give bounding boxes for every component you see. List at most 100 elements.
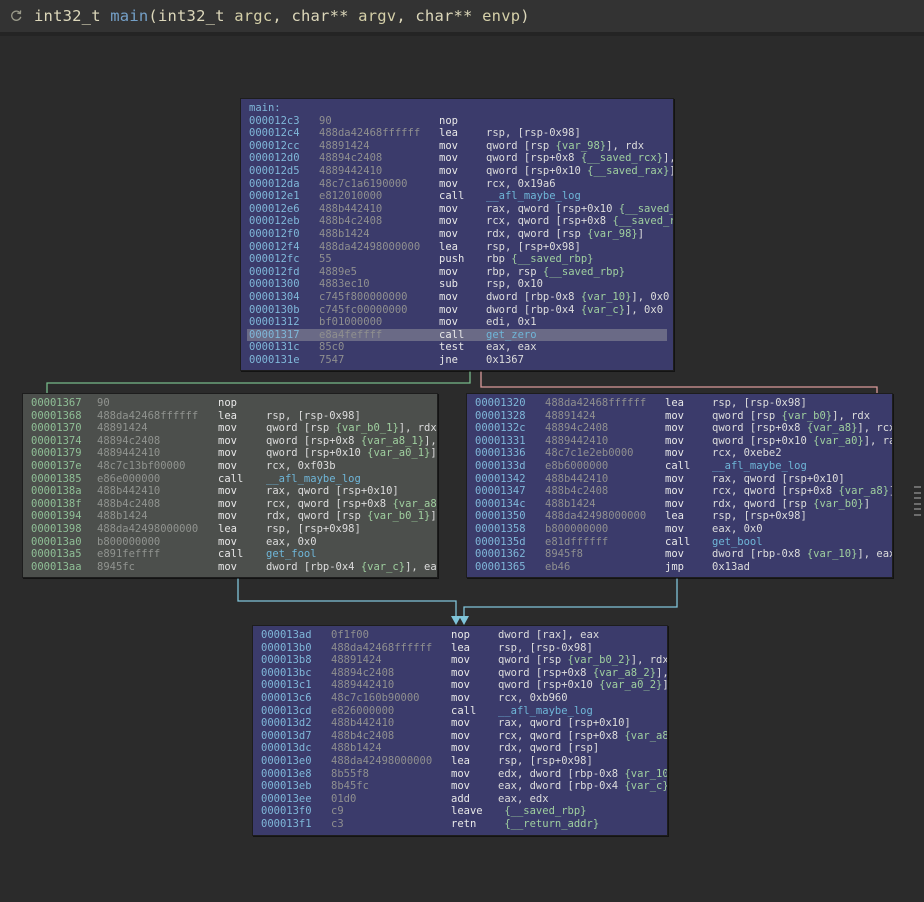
operand-symbol-link[interactable]: __afl_maybe_log bbox=[486, 190, 581, 202]
instruction-address[interactable]: 00001336 bbox=[475, 447, 545, 460]
operand-symbol-link[interactable]: get_bool bbox=[712, 536, 763, 548]
instruction-address[interactable]: 000013eb bbox=[261, 780, 331, 793]
instruction-row[interactable]: 00001398 488da42498000000 lea rsp, [rsp+0x9… bbox=[29, 523, 431, 536]
instruction-row[interactable]: 00001365 eb46 jmp 0x13ad bbox=[473, 561, 886, 574]
operand-symbol-link[interactable]: get_fool bbox=[266, 548, 317, 560]
instruction-row[interactable]: 000013bc 48894c2408 mov qword [rsp+0x8 {var… bbox=[259, 667, 667, 680]
block-1367[interactable]: 00001367 90 nop 00001368 488da42468ffffff lea… bbox=[22, 393, 438, 579]
instruction-operands[interactable]: eax, edx bbox=[498, 793, 661, 806]
instruction-address[interactable]: 00001358 bbox=[475, 523, 545, 536]
instruction-address[interactable]: 000013ad bbox=[261, 629, 331, 642]
instruction-row[interactable]: 000012cc 48891424 mov qword [rsp {var_98}],… bbox=[247, 140, 667, 153]
instruction-address[interactable]: 00001362 bbox=[475, 548, 545, 561]
instruction-row[interactable]: 000013b0 488da42468ffffff lea rsp, [rsp-0x9… bbox=[259, 642, 661, 655]
instruction-address[interactable]: 000013a0 bbox=[31, 536, 97, 549]
instruction-address[interactable]: 000012eb bbox=[249, 215, 319, 228]
instruction-operands[interactable]: eax, 0x0 bbox=[266, 536, 431, 549]
block-main-entry[interactable]: main: 000012c3 90 nop 000012c4 488da42468ffff… bbox=[240, 98, 674, 372]
instruction-row[interactable]: 000013f1 c3 retn {__return_addr} bbox=[259, 818, 661, 831]
instruction-row[interactable]: 00001367 90 nop bbox=[29, 397, 431, 410]
instruction-operands[interactable]: rdx, qword [rsp {var_98}] bbox=[486, 228, 667, 241]
instruction-operands[interactable]: rcx, qword [rsp+0x8 {__saved_rcx}] bbox=[486, 215, 673, 228]
instruction-operands[interactable]: rsp, [rsp-0x98] bbox=[712, 397, 886, 410]
instruction-row[interactable]: 000012d0 48894c2408 mov qword [rsp+0x8 {__s… bbox=[247, 152, 673, 165]
instruction-row[interactable]: 0000138f 488b4c2408 mov rcx, qword [rsp+0x8… bbox=[29, 498, 437, 511]
instruction-address[interactable]: 0000137e bbox=[31, 460, 97, 473]
instruction-row[interactable]: 000013ad 0f1f00 nop dword [rax], eax bbox=[259, 629, 661, 642]
instruction-operands[interactable]: rdx, qword [rsp] bbox=[498, 742, 661, 755]
instruction-operands[interactable]: {__return_addr} bbox=[498, 818, 661, 831]
instruction-address[interactable]: 00001394 bbox=[31, 510, 97, 523]
instruction-address[interactable]: 00001331 bbox=[475, 435, 545, 448]
instruction-address[interactable]: 000012c3 bbox=[249, 115, 319, 128]
instruction-address[interactable]: 00001398 bbox=[31, 523, 97, 536]
instruction-operands[interactable]: rdx, qword [rsp {var_b0_1}] bbox=[266, 510, 437, 523]
instruction-row[interactable]: 000013c1 4889442410 mov qword [rsp+0x10 {va… bbox=[259, 679, 667, 692]
instruction-row[interactable]: 000012fc 55 push rbp {__saved_rbp} bbox=[247, 253, 667, 266]
instruction-operands[interactable]: qword [rsp {var_98}], rdx bbox=[486, 140, 667, 153]
instruction-row[interactable]: 000013d2 488b442410 mov rax, qword [rsp+0x1… bbox=[259, 717, 661, 730]
instruction-operands[interactable]: rdx, qword [rsp {var_b0}] bbox=[712, 498, 886, 511]
instruction-address[interactable]: 000013e8 bbox=[261, 768, 331, 781]
instruction-address[interactable]: 000012d0 bbox=[249, 152, 319, 165]
instruction-address[interactable]: 000013bc bbox=[261, 667, 331, 680]
instruction-row[interactable]: 00001304 c745f800000000 mov dword [rbp-0x8 … bbox=[247, 291, 669, 304]
instruction-operands[interactable]: rcx, 0xf03b bbox=[266, 460, 431, 473]
instruction-address[interactable]: 000013f0 bbox=[261, 805, 331, 818]
instruction-row[interactable]: 000013d7 488b4c2408 mov rcx, qword [rsp+0x8… bbox=[259, 730, 667, 743]
instruction-row[interactable]: 00001328 48891424 mov qword [rsp {var_b0}],… bbox=[473, 410, 886, 423]
instruction-operands[interactable]: qword [rsp {var_b0}], rdx bbox=[712, 410, 886, 423]
instruction-operands[interactable]: qword [rsp+0x8 {var_a8_2}], rcx bbox=[498, 667, 667, 680]
instruction-address[interactable]: 000012d5 bbox=[249, 165, 319, 178]
instruction-operands[interactable]: qword [rsp+0x10 {var_a0_2}], rax bbox=[498, 679, 667, 692]
instruction-address[interactable]: 000013b0 bbox=[261, 642, 331, 655]
instruction-address[interactable]: 000013d2 bbox=[261, 717, 331, 730]
instruction-address[interactable]: 0000135d bbox=[475, 536, 545, 549]
instruction-row[interactable]: 000013b8 48891424 mov qword [rsp {var_b0_2}… bbox=[259, 654, 667, 667]
instruction-row[interactable]: 00001320 488da42468ffffff lea rsp, [rsp-0x9… bbox=[473, 397, 886, 410]
instruction-address[interactable]: 000013dc bbox=[261, 742, 331, 755]
instruction-address[interactable]: 00001320 bbox=[475, 397, 545, 410]
instruction-row[interactable]: 00001331 4889442410 mov qword [rsp+0x10 {va… bbox=[473, 435, 892, 448]
instruction-address[interactable]: 000013c6 bbox=[261, 692, 331, 705]
instruction-operands[interactable]: qword [rsp+0x8 {var_a8}], rcx bbox=[712, 422, 892, 435]
instruction-operands[interactable]: eax, dword [rbp-0x4 {var_c}] bbox=[498, 780, 667, 793]
instruction-operands[interactable]: get_bool bbox=[712, 536, 886, 549]
instruction-address[interactable]: 000013b8 bbox=[261, 654, 331, 667]
instruction-row[interactable]: 0000138a 488b442410 mov rax, qword [rsp+0x1… bbox=[29, 485, 431, 498]
operand-symbol-link[interactable]: __afl_maybe_log bbox=[498, 705, 593, 717]
instruction-address[interactable]: 0000138f bbox=[31, 498, 97, 511]
instruction-row[interactable]: 000012f4 488da42498000000 lea rsp, [rsp+0x9… bbox=[247, 241, 667, 254]
instruction-operands[interactable]: 0x13ad bbox=[712, 561, 886, 574]
instruction-address[interactable]: 0000131e bbox=[249, 354, 319, 367]
instruction-operands[interactable]: {__saved_rbp} bbox=[498, 805, 661, 818]
instruction-row[interactable]: 00001350 488da42498000000 lea rsp, [rsp+0x9… bbox=[473, 510, 886, 523]
instruction-row[interactable]: 00001317 e8a4feffff call get_zero bbox=[247, 328, 667, 342]
instruction-row[interactable]: 0000137e 48c7c13bf00000 mov rcx, 0xf03b bbox=[29, 460, 431, 473]
instruction-address[interactable]: 000012cc bbox=[249, 140, 319, 153]
instruction-operands[interactable]: rax, qword [rsp+0x10 {__saved_rax}] bbox=[486, 203, 673, 216]
instruction-row[interactable]: 0000135d e81dffffff call get_bool bbox=[473, 536, 886, 549]
instruction-address[interactable]: 00001379 bbox=[31, 447, 97, 460]
instruction-row[interactable]: 0000131e 7547 jne 0x1367 bbox=[247, 354, 667, 367]
instruction-operands[interactable]: eax, 0x0 bbox=[712, 523, 886, 536]
instruction-address[interactable]: 000012f4 bbox=[249, 241, 319, 254]
instruction-row[interactable]: 000013f0 c9 leave {__saved_rbp} bbox=[259, 805, 661, 818]
operand-symbol-link[interactable]: get_zero bbox=[486, 329, 537, 341]
instruction-address[interactable]: 000013ee bbox=[261, 793, 331, 806]
instruction-operands[interactable]: rax, qword [rsp+0x10] bbox=[712, 473, 886, 486]
instruction-row[interactable]: 000013eb 8b45fc mov eax, dword [rbp-0x4 {va… bbox=[259, 780, 667, 793]
instruction-address[interactable]: 0000130b bbox=[249, 304, 319, 317]
instruction-address[interactable]: 0000133d bbox=[475, 460, 545, 473]
instruction-address[interactable]: 00001317 bbox=[249, 329, 319, 342]
instruction-operands[interactable]: rsp, 0x10 bbox=[486, 278, 667, 291]
instruction-operands[interactable]: __afl_maybe_log bbox=[712, 460, 886, 473]
graph-canvas[interactable]: main: 000012c3 90 nop 000012c4 488da42468ffff… bbox=[0, 36, 924, 902]
instruction-address[interactable]: 000012da bbox=[249, 178, 319, 191]
instruction-row[interactable]: 000013cd e826000000 call __afl_maybe_log bbox=[259, 705, 661, 718]
operand-symbol-link[interactable]: __afl_maybe_log bbox=[712, 460, 807, 472]
instruction-row[interactable]: 000012c3 90 nop bbox=[247, 115, 667, 128]
instruction-address[interactable]: 00001328 bbox=[475, 410, 545, 423]
instruction-operands[interactable]: rax, qword [rsp+0x10] bbox=[498, 717, 661, 730]
instruction-operands[interactable]: rcx, 0xb960 bbox=[498, 692, 661, 705]
